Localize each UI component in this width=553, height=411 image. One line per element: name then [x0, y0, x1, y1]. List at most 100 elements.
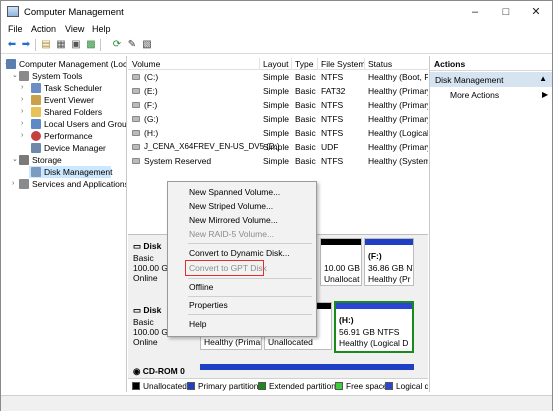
volume-layout: Simple — [263, 156, 289, 166]
collapse-up-icon[interactable]: ▲ — [539, 74, 547, 83]
computer-management-icon — [6, 59, 16, 69]
menu-action[interactable]: Action — [31, 24, 56, 34]
volume-row[interactable]: (F:) Simple Basic NTFS Healthy (Primary — [128, 98, 428, 112]
menu-item-new-mirrored-volume[interactable]: New Mirrored Volume... — [189, 215, 278, 225]
forward-arrow-icon[interactable]: ➡ — [20, 39, 32, 51]
disk-icon-label: ▭ Disk — [133, 305, 162, 315]
volume-fs: NTFS — [321, 114, 344, 124]
tree-item-event-viewer[interactable]: › Event Viewer — [2, 94, 126, 106]
column-header-type[interactable]: Type — [295, 59, 313, 69]
disk-state: Online — [133, 273, 158, 283]
volume-row[interactable]: J_CENA_X64FREV_EN-US_DV5 (D:) Simple Bas… — [128, 140, 428, 154]
more-actions-item[interactable]: More Actions ▶ — [450, 90, 548, 100]
disk-icon-label: ▭ Disk — [133, 241, 162, 251]
volume-list-header: Volume Layout Type File System Status — [128, 58, 428, 70]
menu-item-offline[interactable]: Offline — [189, 282, 213, 292]
tree-item-label: Shared Folders — [44, 107, 103, 117]
column-separator[interactable] — [291, 58, 292, 70]
menu-item-properties[interactable]: Properties — [189, 300, 228, 310]
tree-item-computer-management[interactable]: ⌄ Computer Management (Local — [2, 58, 126, 70]
partition-name: (F:) — [368, 251, 382, 261]
volume-row[interactable]: (H:) Simple Basic NTFS Healthy (Logical — [128, 126, 428, 140]
menu-separator — [188, 314, 312, 315]
close-button[interactable]: ✕ — [524, 4, 548, 20]
minimize-button[interactable]: – — [463, 4, 487, 20]
volume-row[interactable]: (E:) Simple Basic FAT32 Healthy (Primary — [128, 84, 428, 98]
tree-item-shared-folders[interactable]: › Shared Folders — [2, 106, 126, 118]
partition-size: 56.91 GB NTFS — [339, 327, 400, 337]
chevron-right-icon[interactable]: › — [21, 130, 29, 142]
cdrom-name: CD-ROM 0 — [142, 366, 185, 376]
maximize-button[interactable]: □ — [494, 4, 518, 20]
tree-item-system-tools[interactable]: ⌄ System Tools — [2, 70, 126, 82]
actions-section-disk-management[interactable]: Disk Management ▲ — [430, 72, 552, 87]
chevron-right-icon[interactable]: › — [21, 94, 29, 106]
help-icon[interactable]: ▣ — [70, 39, 82, 51]
tree-item-performance[interactable]: › Performance — [2, 130, 126, 142]
window-title: Computer Management — [24, 7, 124, 18]
menu-help[interactable]: Help — [92, 24, 111, 34]
partition-label: Unallocated — [268, 337, 313, 347]
disk1-h-partition[interactable]: (H:) 56.91 GB NTFS Healthy (Logical D — [334, 301, 414, 353]
column-header-volume[interactable]: Volume — [132, 59, 160, 69]
legend-label: Logical d — [396, 381, 428, 391]
navigation-tree: ⌄ Computer Management (Local ⌄ System To… — [2, 56, 127, 392]
tree-item-disk-management[interactable]: Disk Management — [29, 166, 113, 178]
tree-item-device-manager[interactable]: Device Manager — [2, 142, 126, 154]
column-separator[interactable] — [259, 58, 260, 70]
partition-size: 10.00 GB — [324, 263, 360, 273]
column-header-layout[interactable]: Layout — [263, 59, 289, 69]
volume-icon — [132, 116, 140, 122]
tree-item-label: Disk Management — [44, 167, 113, 177]
menu-item-new-spanned-volume[interactable]: New Spanned Volume... — [189, 187, 280, 197]
tree-item-services-applications[interactable]: › Services and Applications — [2, 178, 127, 190]
tree-item-label: Services and Applications — [32, 179, 127, 189]
storage-icon — [19, 155, 29, 165]
disk0-unallocated-partition[interactable]: 10.00 GB Unallocat — [320, 238, 362, 286]
volume-row[interactable]: (G:) Simple Basic NTFS Healthy (Primary — [128, 112, 428, 126]
column-header-file-system[interactable]: File System — [321, 59, 365, 69]
menu-file[interactable]: File — [8, 24, 23, 34]
legend-swatch-extended — [258, 382, 266, 390]
menu-item-new-striped-volume[interactable]: New Striped Volume... — [189, 201, 273, 211]
volume-row[interactable]: (C:) Simple Basic NTFS Healthy (Boot, Pa — [128, 70, 428, 84]
menu-separator — [188, 243, 312, 244]
tree-item-task-scheduler[interactable]: › Task Scheduler — [2, 82, 126, 94]
connect-icon[interactable]: ⟳ — [111, 39, 123, 51]
disk-management-icon — [31, 167, 41, 177]
back-arrow-icon[interactable]: ⬅ — [6, 39, 18, 51]
disk0-f-partition[interactable]: (F:) 36.86 GB NTFS Healthy (Pr — [364, 238, 414, 286]
up-folder-icon[interactable]: ▤ — [40, 39, 52, 51]
volume-icon — [132, 102, 140, 108]
tree-item-local-users-groups[interactable]: › Local Users and Groups — [2, 118, 126, 130]
partition-bar — [336, 303, 412, 309]
toolbar-separator — [35, 39, 36, 51]
chevron-right-icon[interactable]: › — [21, 118, 29, 130]
tree-item-storage[interactable]: ⌄ Storage — [2, 154, 126, 166]
tree-item-label: Performance — [44, 131, 93, 141]
column-separator[interactable] — [364, 58, 365, 70]
users-icon — [31, 119, 41, 129]
volume-fs: NTFS — [321, 128, 344, 138]
chevron-right-icon[interactable]: › — [21, 106, 29, 118]
volume-icon — [132, 88, 140, 94]
column-separator[interactable] — [317, 58, 318, 70]
wizard-icon[interactable]: ▧ — [141, 39, 153, 51]
computer-management-app-icon — [7, 6, 19, 17]
menu-view[interactable]: View — [65, 24, 84, 34]
refresh-icon[interactable]: ▩ — [85, 39, 97, 51]
chevron-right-icon[interactable]: ▶ — [542, 90, 548, 99]
settings-icon[interactable]: ✎ — [126, 39, 138, 51]
menu-item-help[interactable]: Help — [189, 319, 206, 329]
properties-icon[interactable]: ▦ — [55, 39, 67, 51]
computer-management-window: Computer Management – □ ✕ File Action Vi… — [0, 0, 553, 411]
volume-row[interactable]: System Reserved Simple Basic NTFS Health… — [128, 154, 428, 168]
menu-item-convert-dynamic-disk[interactable]: Convert to Dynamic Disk... — [189, 248, 290, 258]
toolbar: ⬅ ➡ ▤ ▦ ▣ ▩ ⟳ ✎ ▧ — [1, 37, 552, 54]
column-header-status[interactable]: Status — [368, 59, 392, 69]
chevron-right-icon[interactable]: › — [21, 82, 29, 94]
cdrom-header[interactable]: ◉ CD-ROM 0 — [129, 364, 199, 378]
legend-label: Free space — [346, 381, 388, 391]
volume-name: (F:) — [144, 100, 158, 110]
cdrom-area[interactable] — [200, 364, 414, 378]
